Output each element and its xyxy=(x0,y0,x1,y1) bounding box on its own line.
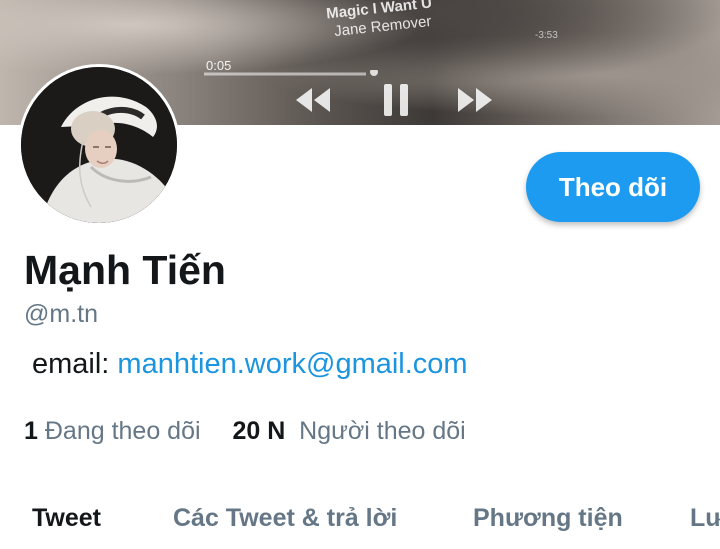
rewind-icon xyxy=(296,88,330,112)
avatar-photo xyxy=(21,67,177,223)
banner-time-remaining: -3:53 xyxy=(535,30,558,41)
tab-likes[interactable]: Lượt thích xyxy=(690,496,720,540)
bio-email-prefix: email: xyxy=(32,348,118,380)
pause-icon xyxy=(384,84,408,116)
following-count: 1 xyxy=(24,417,38,445)
profile-tabs: Tweet Các Tweet & trả lời Phương tiện Lư… xyxy=(0,496,720,549)
profile-bio: email: manhtien.work@gmail.com xyxy=(32,346,468,382)
following-label: Đang theo dõi xyxy=(44,417,201,445)
fast-forward-icon xyxy=(458,88,492,112)
following-stat[interactable]: 1 Đang theo dõi xyxy=(24,417,201,445)
profile-name: Mạnh Tiến xyxy=(24,247,226,293)
bio-email-link[interactable]: manhtien.work@gmail.com xyxy=(117,348,467,380)
followers-label: Người theo dõi xyxy=(299,417,466,445)
avatar[interactable] xyxy=(18,64,180,226)
avatar-portrait-icon xyxy=(21,67,177,223)
tab-tweets[interactable]: Tweet xyxy=(32,496,101,540)
follow-button[interactable]: Theo dõi xyxy=(526,152,700,222)
profile-handle: @m.tn xyxy=(24,300,98,328)
banner-progress-knob xyxy=(370,70,378,76)
tab-tweets-and-replies[interactable]: Các Tweet & trả lời xyxy=(173,496,397,540)
followers-stat[interactable]: 20 N Người theo dõi xyxy=(232,417,465,445)
banner-player-controls xyxy=(204,70,492,116)
tab-media[interactable]: Phương tiện xyxy=(473,496,623,540)
profile-stats: 1 Đang theo dõi 20 N Người theo dõi xyxy=(24,415,466,447)
followers-count: 20 N xyxy=(232,417,286,445)
